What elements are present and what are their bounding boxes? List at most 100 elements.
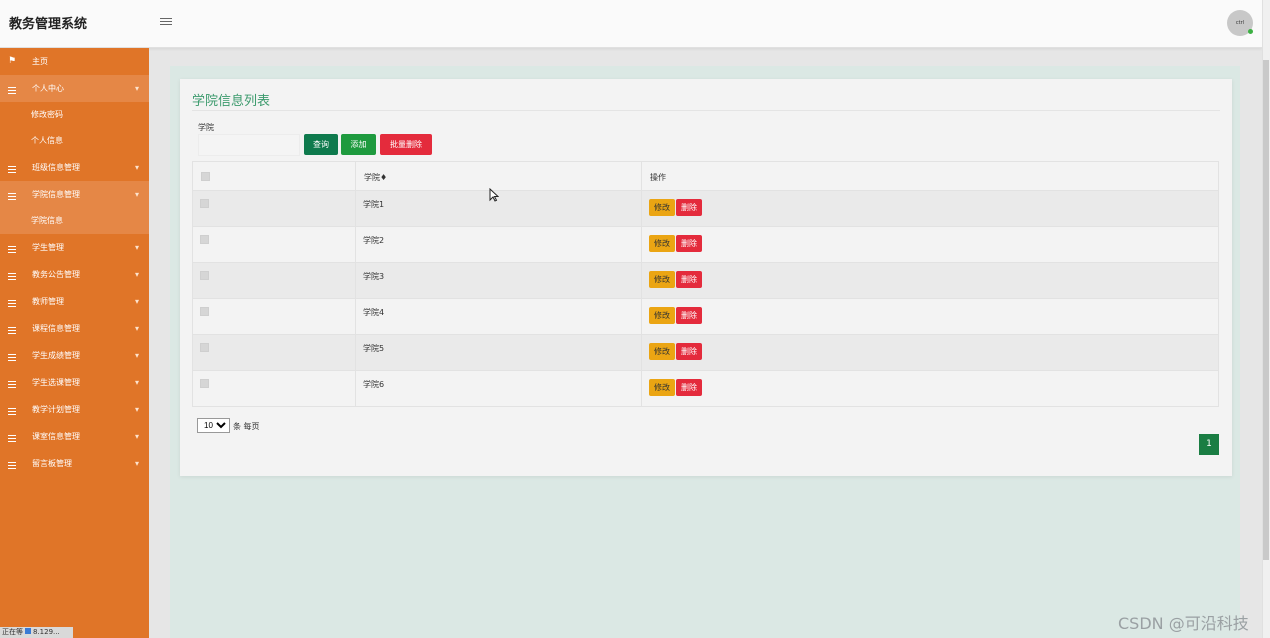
delete-button[interactable]: 删除 [676, 235, 702, 252]
sidebar-item-label: 留言板管理 [32, 459, 72, 468]
chevron-down-icon: ▾ [135, 378, 140, 387]
sidebar-subitem-personal-info[interactable]: 个人信息 [0, 128, 149, 154]
menu-icon [8, 75, 18, 102]
page-size-select[interactable]: 10 [197, 418, 230, 433]
page-size-unit-label: 条 每页 [233, 422, 260, 431]
row-checkbox[interactable] [200, 271, 209, 280]
college-list-panel: 学院信息列表 学院 查询 添加 批量删除 学院♦ 操作 学院1 修改 删除 学院2… [180, 79, 1232, 476]
table-row: 学院2 修改 删除 [192, 226, 1219, 263]
sidebar-item-label: 学生管理 [32, 243, 64, 252]
sidebar-item-personal-center[interactable]: 个人中心 ▾ [0, 75, 149, 102]
row-select-cell [192, 262, 356, 299]
sidebar-item-announcement-management[interactable]: 教务公告管理 ▾ [0, 261, 149, 288]
sidebar-item-teacher-management[interactable]: 教师管理 ▾ [0, 288, 149, 315]
edit-button[interactable]: 修改 [649, 271, 675, 288]
row-checkbox[interactable] [200, 235, 209, 244]
select-all-header [192, 161, 356, 191]
college-search-input[interactable] [198, 134, 300, 156]
sidebar-item-home[interactable]: ⚑ 主页 [0, 48, 149, 75]
column-header-actions: 操作 [641, 161, 1219, 191]
actions-cell: 修改 删除 [641, 370, 1219, 407]
table-row: 学院6 修改 删除 [192, 370, 1219, 407]
delete-button[interactable]: 删除 [676, 343, 702, 360]
edit-button[interactable]: 修改 [649, 307, 675, 324]
menu-icon [8, 288, 18, 315]
column-header-college[interactable]: 学院♦ [355, 161, 642, 191]
chevron-down-icon: ▾ [135, 297, 140, 306]
delete-button[interactable]: 删除 [676, 199, 702, 216]
chevron-down-icon: ▾ [135, 84, 140, 93]
chevron-down-icon: ▾ [135, 324, 140, 333]
sidebar-item-classroom-management[interactable]: 课室信息管理 ▾ [0, 423, 149, 450]
row-checkbox[interactable] [200, 199, 209, 208]
college-filter-label: 学院 [198, 123, 214, 132]
menu-toggle-icon[interactable] [160, 18, 172, 28]
query-button[interactable]: 查询 [304, 134, 338, 155]
college-name-cell: 学院6 [355, 370, 642, 407]
delete-button[interactable]: 删除 [676, 271, 702, 288]
chevron-down-icon: ▾ [135, 351, 140, 360]
edit-button[interactable]: 修改 [649, 199, 675, 216]
add-button[interactable]: 添加 [341, 134, 376, 155]
menu-icon [8, 342, 18, 369]
menu-icon [8, 234, 18, 261]
chevron-down-icon: ▾ [135, 243, 140, 252]
sidebar-item-college-management[interactable]: 学院信息管理 ▾ [0, 181, 149, 208]
status-icon [25, 628, 31, 634]
sidebar-item-grade-management[interactable]: 学生成绩管理 ▾ [0, 342, 149, 369]
select-all-checkbox[interactable] [201, 172, 210, 181]
chevron-down-icon: ▾ [135, 459, 140, 468]
browser-status-strip: 正在等 8.129... [0, 627, 73, 638]
table-header-row: 学院♦ 操作 [192, 161, 1219, 191]
app-title: 教务管理系统 [9, 17, 88, 32]
sidebar-item-label: 课程信息管理 [32, 324, 80, 333]
college-name-cell: 学院3 [355, 262, 642, 299]
sidebar-item-label: 课室信息管理 [32, 432, 80, 441]
pagination-page-button[interactable]: 1 [1199, 434, 1219, 455]
menu-icon [8, 154, 18, 181]
row-select-cell [192, 298, 356, 335]
sidebar-subitem-college-info[interactable]: 学院信息 [0, 208, 149, 234]
chevron-down-icon: ▾ [135, 163, 140, 172]
menu-icon [8, 181, 18, 208]
college-name-cell: 学院5 [355, 334, 642, 371]
delete-button[interactable]: 删除 [676, 307, 702, 324]
sidebar-item-label: 学生选课管理 [32, 378, 80, 387]
menu-icon [8, 261, 18, 288]
row-checkbox[interactable] [200, 343, 209, 352]
top-bar: 教务管理系统 ctrl [0, 0, 1262, 48]
edit-button[interactable]: 修改 [649, 379, 675, 396]
sidebar-item-message-board-management[interactable]: 留言板管理 ▾ [0, 450, 149, 477]
sidebar-subitem-change-password[interactable]: 修改密码 [0, 102, 149, 128]
sidebar-item-student-management[interactable]: 学生管理 ▾ [0, 234, 149, 261]
table-row: 学院5 修改 删除 [192, 334, 1219, 371]
menu-icon [8, 423, 18, 450]
actions-cell: 修改 删除 [641, 262, 1219, 299]
online-status-dot [1248, 29, 1253, 34]
row-select-cell [192, 190, 356, 227]
sidebar-item-course-management[interactable]: 课程信息管理 ▾ [0, 315, 149, 342]
sidebar-item-teaching-plan-management[interactable]: 教学计划管理 ▾ [0, 396, 149, 423]
edit-button[interactable]: 修改 [649, 235, 675, 252]
divider [192, 110, 1220, 111]
row-checkbox[interactable] [200, 379, 209, 388]
menu-icon [8, 315, 18, 342]
table-row: 学院1 修改 删除 [192, 190, 1219, 227]
sidebar-item-course-selection-management[interactable]: 学生选课管理 ▾ [0, 369, 149, 396]
actions-cell: 修改 删除 [641, 334, 1219, 371]
row-checkbox[interactable] [200, 307, 209, 316]
table-row: 学院3 修改 删除 [192, 262, 1219, 299]
table-row: 学院4 修改 删除 [192, 298, 1219, 335]
delete-button[interactable]: 删除 [676, 379, 702, 396]
sidebar-item-class-management[interactable]: 班级信息管理 ▾ [0, 154, 149, 181]
row-select-cell [192, 226, 356, 263]
college-name-cell: 学院2 [355, 226, 642, 263]
batch-delete-button[interactable]: 批量删除 [380, 134, 432, 155]
sidebar: ⚑ 主页 个人中心 ▾ 修改密码 个人信息 班级信息管理 ▾ 学院信息管理 ▾ … [0, 48, 149, 638]
sidebar-item-label: 班级信息管理 [32, 163, 80, 172]
scrollbar-thumb[interactable] [1263, 60, 1269, 560]
row-select-cell [192, 334, 356, 371]
edit-button[interactable]: 修改 [649, 343, 675, 360]
status-text: 正在等 [2, 628, 23, 636]
actions-cell: 修改 删除 [641, 190, 1219, 227]
